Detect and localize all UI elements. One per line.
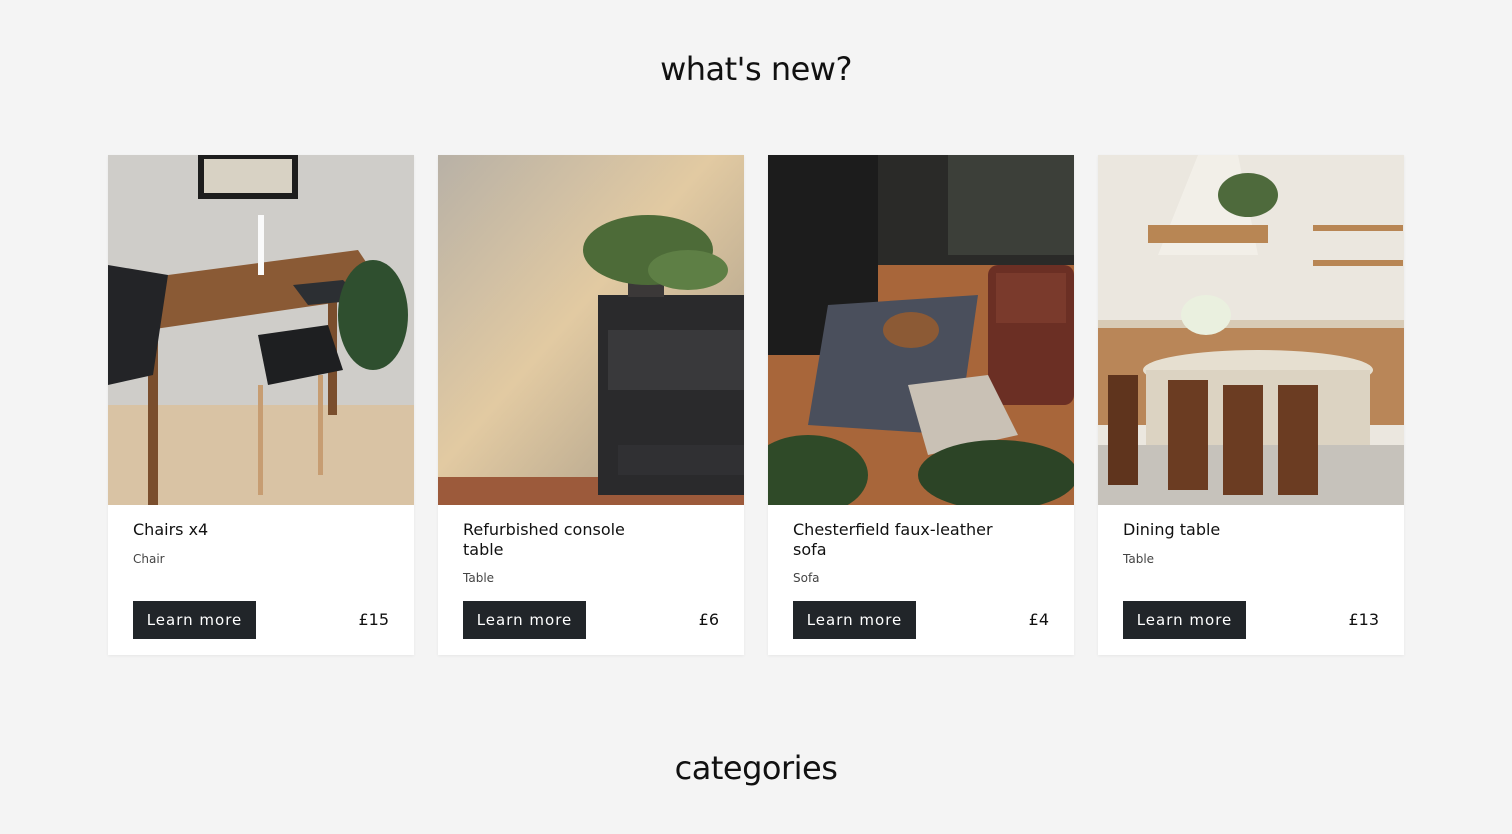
product-image-dining-table[interactable] (1098, 155, 1404, 505)
product-price: £13 (1348, 610, 1379, 629)
product-card: Refurbished console table Table Learn mo… (438, 155, 744, 655)
product-name: Chairs x4 (133, 520, 209, 539)
product-name: Chesterfield faux-leather sofa (793, 520, 993, 559)
page: what's new? Chairs x4 Chair Learn more £… (0, 0, 1512, 834)
product-name: Dining table (1123, 520, 1221, 539)
product-name: Refurbished console table (463, 520, 625, 559)
categories-heading: categories (674, 749, 838, 787)
whats-new-heading: what's new? (660, 50, 852, 88)
product-grid: Chairs x4 Chair Learn more £15 Refurbish… (108, 155, 1404, 655)
product-card: Dining table Table Learn more £13 (1098, 155, 1404, 655)
product-category: Sofa (793, 571, 820, 585)
learn-more-button[interactable]: Learn more (133, 601, 256, 639)
product-category: Table (463, 571, 495, 585)
product-price: £4 (1028, 610, 1049, 629)
product-category: Table (1123, 552, 1155, 566)
learn-more-button[interactable]: Learn more (1123, 601, 1246, 639)
learn-more-button[interactable]: Learn more (793, 601, 916, 639)
product-image-sofa[interactable] (768, 155, 1074, 505)
product-card: Chesterfield faux-leather sofa Sofa Lear… (768, 155, 1074, 655)
product-price: £6 (698, 610, 719, 629)
learn-more-button[interactable]: Learn more (463, 601, 586, 639)
product-card: Chairs x4 Chair Learn more £15 (108, 155, 414, 655)
product-image-chairs[interactable] (108, 155, 414, 505)
product-image-console-table[interactable] (438, 155, 744, 505)
product-price: £15 (358, 610, 389, 629)
product-category: Chair (133, 552, 165, 566)
